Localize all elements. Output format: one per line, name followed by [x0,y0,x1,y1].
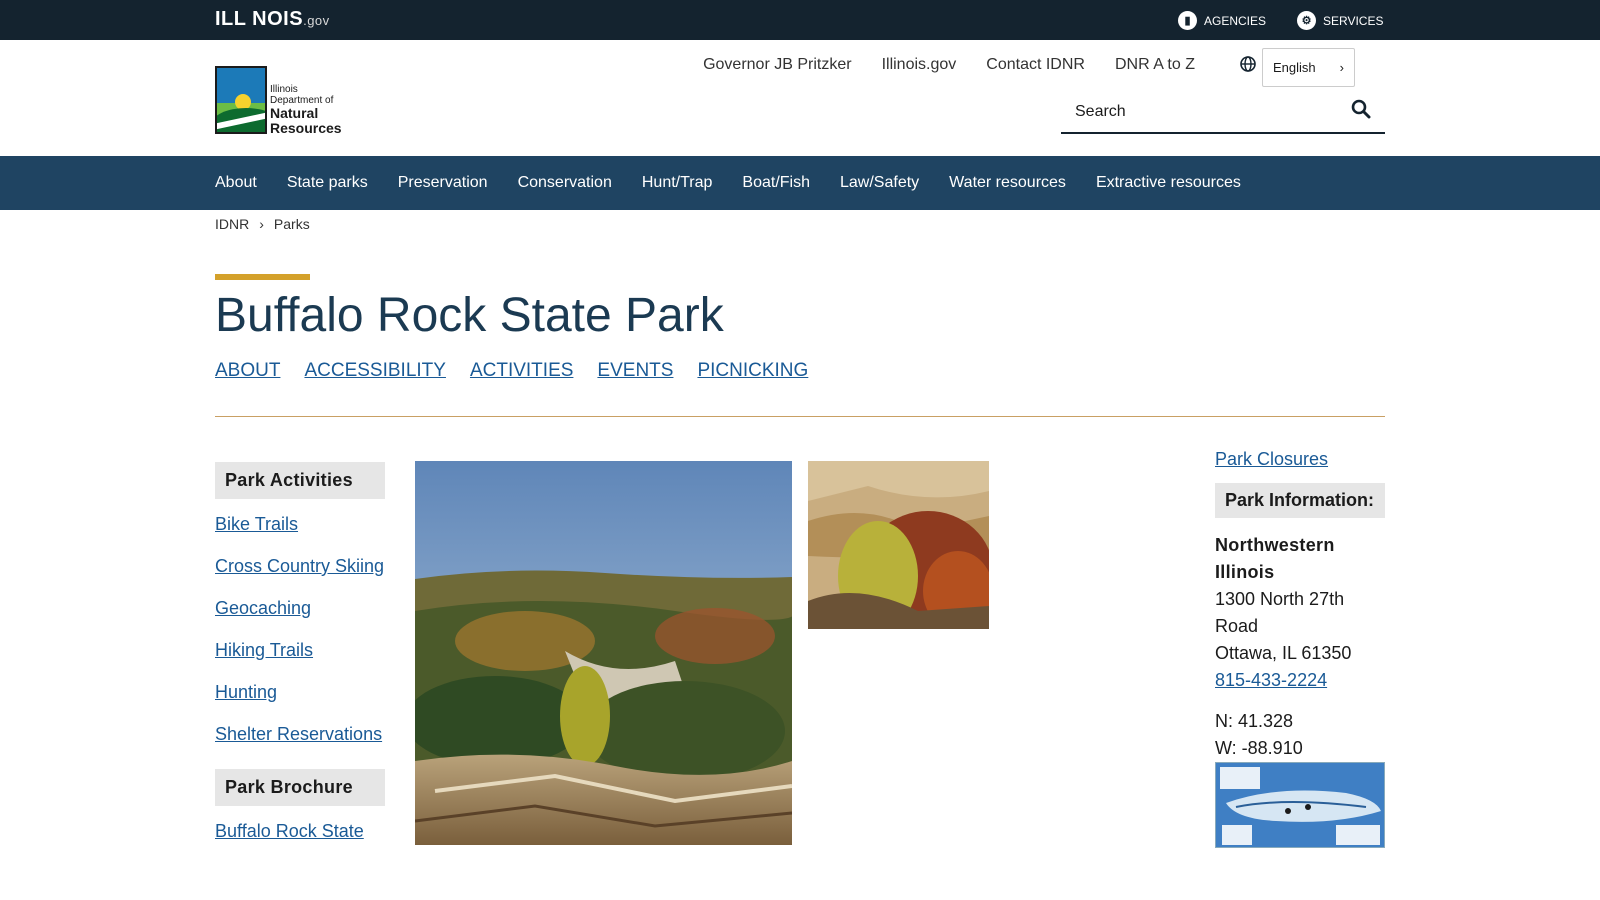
longitude: W: -88.910 [1215,738,1303,758]
breadcrumb: IDNR › Parks [215,216,310,232]
list-item: Cross Country Skiing [215,553,385,580]
idnr-logo-text: Illinois Department of Natural Resources [270,66,342,136]
nav-law-safety[interactable]: Law/Safety [840,174,919,192]
nav-water-resources[interactable]: Water resources [949,174,1066,192]
subnav-picnicking[interactable]: PICNICKING [697,360,808,382]
services-label: SERVICES [1323,13,1384,28]
language-select[interactable]: English › [1262,48,1355,87]
activity-link-geocaching[interactable]: Geocaching [215,598,311,618]
park-activities-list: Bike Trails Cross Country Skiing Geocach… [215,499,385,769]
park-photo-secondary[interactable] [808,461,989,629]
nav-conservation[interactable]: Conservation [518,174,612,192]
logo-suffix: .gov [303,13,330,28]
park-photo-main[interactable] [415,461,792,845]
page-subnav: ABOUT ACCESSIBILITY ACTIVITIES EVENTS PI… [215,360,808,382]
park-region: Northwestern Illinois [1215,535,1335,582]
agencies-button[interactable]: ▮ AGENCIES [1178,11,1266,30]
park-closures-link[interactable]: Park Closures [1215,449,1328,469]
idnr-logo-mark [215,66,267,134]
logo-main-text: ILL NOIS [215,8,304,30]
globe-icon [1240,56,1256,77]
divider [215,416,1385,417]
park-activities-heading: Park Activities [215,462,385,499]
list-item: Hiking Trails [215,637,385,664]
services-button[interactable]: ⚙ SERVICES [1297,11,1383,30]
subnav-accessibility[interactable]: ACCESSIBILITY [304,360,446,382]
main-nav: About State parks Preservation Conservat… [0,156,1600,210]
logo-line-1: Illinois [270,84,298,95]
activity-link-cross-country-skiing[interactable]: Cross Country Skiing [215,556,384,576]
breadcrumb-parks: Parks [273,216,310,232]
left-sidebar: Park Activities Bike Trails Cross Countr… [215,462,385,866]
latitude: N: 41.328 [1215,711,1294,731]
list-item: Bike Trails [215,511,385,538]
search-input[interactable] [1075,103,1315,121]
illinois-gov-logo[interactable]: ILL NOIS.gov [215,8,330,31]
gear-icon: ⚙ [1297,11,1316,30]
list-item: Shelter Reservations [215,721,385,748]
activity-link-shelter-reservations[interactable]: Shelter Reservations [215,724,382,744]
nav-preservation[interactable]: Preservation [398,174,488,192]
nav-extractive-resources[interactable]: Extractive resources [1096,174,1241,192]
idnr-logo[interactable]: Illinois Department of Natural Resources [215,66,345,136]
activity-link-hiking-trails[interactable]: Hiking Trails [215,640,313,660]
utility-bar: ILL NOIS.gov ▮ AGENCIES ⚙ SERVICES [0,0,1600,40]
nav-boat-fish[interactable]: Boat/Fish [742,174,810,192]
brochure-link[interactable]: Buffalo Rock State [215,821,364,841]
site-header: Illinois Department of Natural Resources… [0,40,1600,156]
page-title: Buffalo Rock State Park [215,289,724,342]
subnav-activities[interactable]: ACTIVITIES [470,360,573,382]
address-line-2: Ottawa, IL 61350 [1215,643,1352,663]
list-item: Hunting [215,679,385,706]
phone-link[interactable]: 815-433-2224 [1215,670,1327,690]
nav-state-parks[interactable]: State parks [287,174,368,192]
language-value: English [1273,60,1316,75]
park-map-thumbnail[interactable] [1215,762,1385,848]
search-box [1061,92,1385,134]
subnav-events[interactable]: EVENTS [597,360,673,382]
link-contact-idnr[interactable]: Contact IDNR [986,56,1085,74]
link-dnr-a-to-z[interactable]: DNR A to Z [1115,56,1195,74]
nav-about[interactable]: About [215,174,257,192]
breadcrumb-idnr[interactable]: IDNR [215,216,249,232]
nav-hunt-trap[interactable]: Hunt/Trap [642,174,713,192]
address-line-1: 1300 North 27th Road [1215,589,1345,636]
search-icon[interactable] [1351,99,1371,125]
agencies-label: AGENCIES [1204,13,1267,28]
chevron-right-icon: › [259,216,264,232]
park-information-heading: Park Information: [1215,483,1385,518]
chevron-right-icon: › [1339,60,1344,75]
title-accent-bar [215,274,310,280]
activity-link-bike-trails[interactable]: Bike Trails [215,514,298,534]
list-item: Buffalo Rock State [215,818,385,845]
activity-link-hunting[interactable]: Hunting [215,682,277,702]
subnav-about[interactable]: ABOUT [215,360,280,382]
logo-line-4: Resources [270,120,342,136]
park-brochure-heading: Park Brochure [215,769,385,806]
link-governor[interactable]: Governor JB Pritzker [703,56,851,74]
list-item: Geocaching [215,595,385,622]
coordinates: N: 41.328 W: -88.910 [1215,708,1385,762]
park-info-panel: Park Closures Park Information: Northwes… [1215,446,1385,848]
header-links: Governor JB Pritzker Illinois.gov Contac… [703,56,1195,74]
logo-line-3: Natural [270,105,319,121]
link-illinois-gov[interactable]: Illinois.gov [882,56,957,74]
building-icon: ▮ [1178,11,1197,30]
park-brochure-list: Buffalo Rock State [215,806,385,866]
